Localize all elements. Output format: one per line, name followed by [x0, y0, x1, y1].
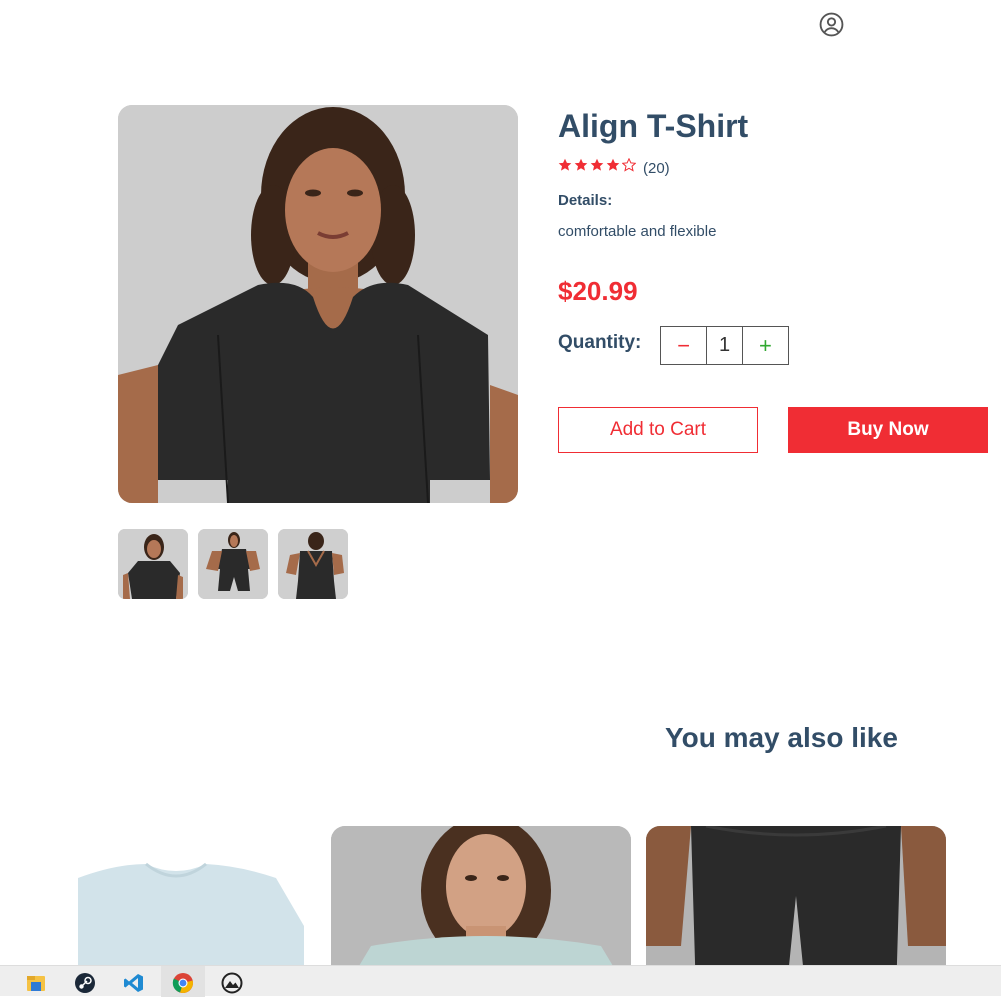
decrease-quantity-button[interactable]: − [661, 327, 706, 364]
product-thumbnail-front[interactable] [118, 529, 188, 599]
buy-now-button[interactable]: Buy Now [788, 407, 988, 453]
recommended-product-tshirt[interactable] [76, 826, 316, 966]
file-explorer-icon[interactable] [25, 972, 47, 994]
product-thumbnail-back[interactable] [278, 529, 348, 599]
photos-icon[interactable] [221, 972, 243, 994]
product-title: Align T-Shirt [558, 108, 749, 144]
star-filled-icon [590, 158, 604, 171]
recommendations-title: You may also like [665, 722, 898, 753]
product-price: $20.99 [558, 276, 638, 306]
product-main-image [118, 105, 518, 503]
user-account-icon[interactable] [819, 12, 844, 37]
chrome-icon[interactable] [172, 972, 194, 994]
steam-icon[interactable] [74, 972, 96, 994]
review-count: (20) [643, 160, 670, 177]
quantity-label: Quantity: [558, 332, 642, 353]
add-to-cart-button[interactable]: Add to Cart [558, 407, 758, 453]
product-thumbnail-full[interactable] [198, 529, 268, 599]
rating-stars [558, 158, 636, 172]
star-filled-icon [574, 158, 588, 171]
vscode-icon[interactable] [123, 972, 145, 994]
details-label: Details: [558, 192, 613, 209]
quantity-stepper: − 1 + [660, 326, 789, 365]
quantity-value: 1 [706, 327, 743, 364]
star-filled-icon [606, 158, 620, 171]
star-outline-icon [622, 158, 636, 172]
star-filled-icon [558, 158, 572, 171]
increase-quantity-button[interactable]: + [743, 327, 788, 364]
taskbar [0, 965, 1001, 997]
details-text: comfortable and flexible [558, 223, 717, 240]
